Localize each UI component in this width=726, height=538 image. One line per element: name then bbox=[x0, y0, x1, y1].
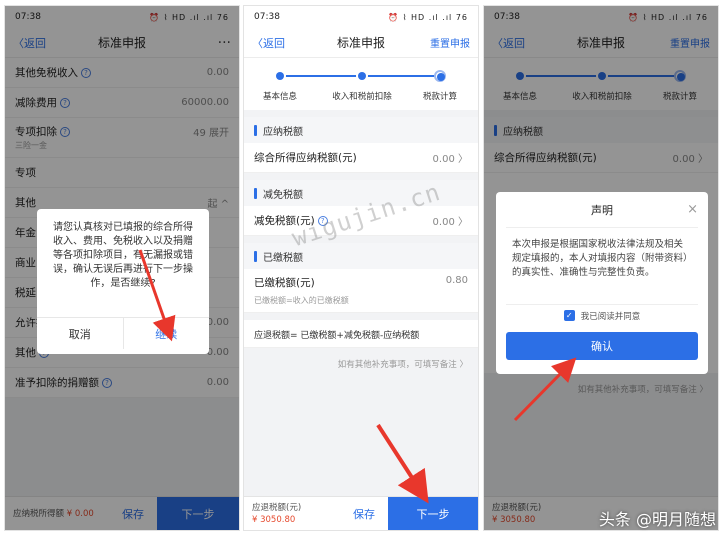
nav-bar: 〈返回 标准申报 重置申报 bbox=[244, 28, 478, 58]
reset-declaration-button[interactable]: 重置申报 bbox=[414, 35, 470, 50]
progress-stepper: 基本信息 收入和税前扣除 税款计算 bbox=[244, 58, 478, 110]
step-dot bbox=[274, 70, 286, 82]
checkbox-checked-icon[interactable]: ✓ bbox=[563, 310, 575, 321]
chevron-right-icon: 〉 bbox=[458, 217, 468, 228]
save-button[interactable]: 保存 bbox=[340, 506, 388, 522]
list-item[interactable]: 已缴税额(元) 0.80 已缴税额=收入的已缴税额 bbox=[244, 269, 478, 313]
section-header: 已缴税额 bbox=[244, 243, 478, 269]
confirm-dialog: 请您认真核对已填报的综合所得收入、费用、免税收入以及捐赠等各项扣除项目，有无漏报… bbox=[37, 209, 209, 354]
back-button[interactable]: 〈返回 bbox=[252, 35, 308, 51]
page-title: 标准申报 bbox=[336, 36, 385, 50]
refund-formula: 应退税额= 已缴税额+减免税额-应纳税额 bbox=[244, 320, 478, 348]
status-bar: 07:38 ⏰ ⌇ HD .ıl .ıl 76 bbox=[244, 6, 478, 28]
bottom-bar: 应退税额(元) ¥ 3050.80 保存 下一步 bbox=[244, 496, 478, 530]
refund-amount: ¥ 3050.80 bbox=[252, 514, 296, 525]
status-icons: ⏰ ⌇ HD .ıl .ıl 76 bbox=[388, 12, 468, 22]
composite-screenshot: 07:38 ⏰ ⌇ HD .ıl .ıl 76 〈返回 标准申报 ··· 其他免… bbox=[0, 0, 726, 538]
confirm-button[interactable]: 确认 bbox=[506, 332, 698, 360]
step-label: 基本信息 bbox=[262, 92, 297, 102]
agree-checkbox-row[interactable]: ✓ 我已阅读并同意 bbox=[506, 304, 698, 326]
dialog-body: 本次申报是根据国家税收法律法规及相关规定填报的，本人对填报内容（附带资料）的真实… bbox=[512, 239, 688, 278]
dialog-message: 请您认真核对已填报的综合所得收入、费用、免税收入以及捐赠等各项扣除项目，有无漏报… bbox=[53, 222, 193, 289]
step-label: 税款计算 bbox=[422, 92, 457, 102]
status-time: 07:38 bbox=[254, 12, 280, 22]
step-dot-active bbox=[434, 70, 446, 82]
agree-label: 我已阅读并同意 bbox=[580, 311, 641, 322]
list-item[interactable]: 综合所得应纳税额(元) 0.00 〉 bbox=[244, 143, 478, 173]
next-step-button[interactable]: 下一步 bbox=[388, 497, 478, 530]
continue-button[interactable]: 继续 bbox=[124, 318, 210, 349]
phone-screen-2: 07:38 ⏰ ⌇ HD .ıl .ıl 76 〈返回 标准申报 重置申报 基本… bbox=[243, 5, 479, 531]
source-credit: 头条 @明月随想 bbox=[598, 510, 716, 529]
declaration-dialog: 声明 × 本次申报是根据国家税收法律法规及相关规定填报的，本人对填报内容（附带资… bbox=[496, 192, 708, 374]
refund-label: 应退税额(元) bbox=[252, 502, 302, 513]
section-header: 应纳税额 bbox=[244, 117, 478, 143]
chevron-right-icon: 〉 bbox=[458, 154, 468, 165]
step-dot bbox=[356, 70, 368, 82]
phone-screen-1: 07:38 ⏰ ⌇ HD .ıl .ıl 76 〈返回 标准申报 ··· 其他免… bbox=[4, 5, 240, 531]
phone-screen-3: 07:38 ⏰ ⌇ HD .ıl .ıl 76 〈返回 标准申报 重置申报 基本… bbox=[483, 5, 719, 531]
cancel-button[interactable]: 取消 bbox=[37, 318, 124, 349]
remarks-link[interactable]: 如有其他补充事项，可填写备注 〉 bbox=[244, 348, 478, 380]
step-label: 收入和税前扣除 bbox=[332, 92, 392, 102]
dialog-title: 声明 bbox=[591, 203, 613, 217]
close-icon[interactable]: × bbox=[687, 202, 698, 217]
